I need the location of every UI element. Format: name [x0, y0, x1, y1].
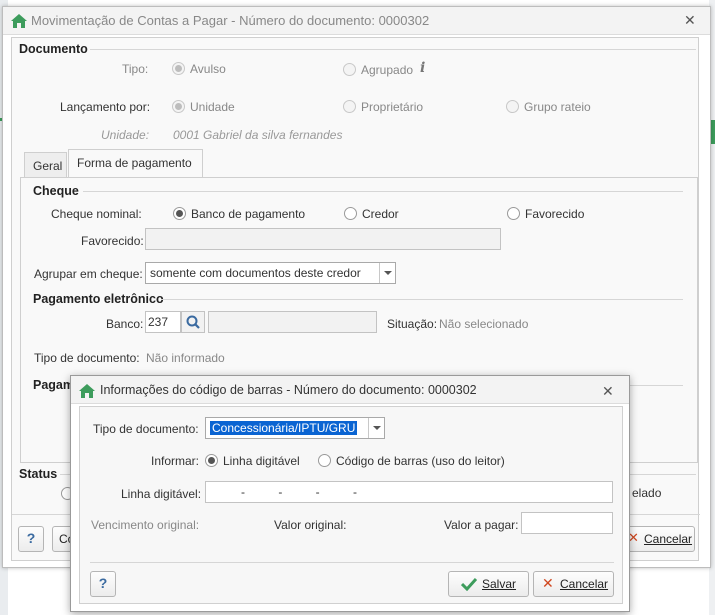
home-icon [79, 384, 95, 398]
agrupar-label: Agrupar em cheque: [34, 267, 143, 281]
situacao-label: Situação: [387, 317, 438, 331]
unidade-value: 0001 Gabriel da silva fernandes [173, 128, 343, 142]
main-cancel-label: Cancelar [644, 532, 693, 546]
section-cheque: Cheque [33, 184, 79, 198]
valor-original-label: Valor original: [274, 518, 347, 532]
tipo-documento-label: Tipo de documento: [34, 351, 140, 365]
divider [90, 562, 614, 563]
status-option-partial: elado [632, 486, 662, 500]
main-window-titlebar[interactable]: Movimentação de Contas a Pagar - Número … [3, 7, 710, 35]
tipo-label: Tipo: [122, 62, 149, 76]
dialog-title: Informações do código de barras - Número… [100, 383, 477, 397]
tipo-documento-value: Não informado [146, 351, 225, 365]
dialog-titlebar[interactable]: Informações do código de barras - Número… [71, 376, 629, 404]
informar-linha-radio[interactable] [205, 454, 218, 467]
lancamento-label: Lançamento por: [60, 100, 151, 114]
section-status: Status [19, 467, 58, 481]
nominal-favorecido-label: Favorecido [525, 207, 585, 221]
divider [83, 191, 683, 192]
dialog-tipo-documento-label: Tipo de documento: [93, 422, 199, 436]
section-pagamento-partial: Pagam [33, 378, 74, 392]
informar-codigo-radio[interactable] [318, 454, 331, 467]
agrupar-select-value: somente com documentos deste credor [150, 266, 361, 280]
dialog-tipo-documento-select[interactable]: Concessionária/IPTU/GRU [205, 417, 385, 439]
close-icon[interactable]: ✕ [602, 383, 614, 400]
nominal-banco-radio[interactable] [173, 207, 186, 220]
chevron-down-icon[interactable] [368, 418, 384, 438]
search-icon [186, 315, 200, 329]
valor-pagar-label: Valor a pagar: [444, 518, 519, 532]
lancamento-proprietario-label: Proprietário [361, 100, 424, 114]
tab-geral[interactable]: Geral [24, 152, 67, 178]
valor-pagar-field[interactable] [521, 512, 613, 534]
situacao-value: Não selecionado [439, 317, 529, 331]
home-icon [11, 14, 27, 28]
barcode-dialog: Informações do código de barras - Número… [70, 375, 630, 612]
informar-codigo-label: Código de barras (uso do leitor) [336, 454, 505, 468]
close-icon: ✕ [542, 575, 554, 591]
divider [161, 299, 683, 300]
linha-digitavel-label: Linha digitável: [121, 487, 202, 501]
main-window-title: Movimentação de Contas a Pagar - Número … [31, 13, 430, 28]
nominal-credor-label: Credor [362, 207, 399, 221]
linha-digitavel-field[interactable]: - - - - [205, 481, 613, 503]
tab-forma-pagamento[interactable]: Forma de pagamento [68, 149, 203, 177]
lancamento-unidade-label: Unidade [190, 100, 235, 114]
save-label: Salvar [482, 577, 517, 591]
banco-code-field[interactable]: 237 [145, 311, 181, 333]
banco-name-field [208, 311, 377, 333]
section-documento: Documento [19, 42, 88, 56]
banco-search-button[interactable] [181, 311, 205, 333]
save-button[interactable]: Salvar [448, 571, 529, 597]
dialog-help-button[interactable]: ? [90, 571, 116, 597]
favorecido-label: Favorecido: [81, 234, 144, 248]
main-cancel-button[interactable]: ✕ Cancelar [623, 526, 695, 552]
dialog-body: Tipo de documento: Concessionária/IPTU/G… [79, 406, 623, 604]
checkmark-icon [461, 577, 477, 591]
divider [90, 49, 696, 50]
banco-label: Banco: [106, 317, 144, 331]
cheque-nominal-label: Cheque nominal: [51, 207, 142, 221]
favorecido-field[interactable] [145, 228, 501, 250]
informar-label: Informar: [151, 454, 200, 468]
nominal-favorecido-radio[interactable] [507, 207, 520, 220]
tipo-avulso-label: Avulso [190, 62, 226, 76]
dialog-cancel-label: Cancelar [560, 577, 609, 591]
tipo-agrupado-radio[interactable] [343, 63, 356, 76]
tipo-avulso-radio[interactable] [172, 62, 185, 75]
unidade-label: Unidade: [101, 128, 150, 142]
close-icon[interactable]: ✕ [684, 12, 696, 29]
chevron-down-icon[interactable] [379, 263, 395, 283]
tipo-agrupado-label: Agrupado [361, 63, 414, 77]
lancamento-grupo-radio[interactable] [506, 100, 519, 113]
lancamento-unidade-radio[interactable] [172, 100, 185, 113]
nominal-credor-radio[interactable] [344, 207, 357, 220]
dialog-cancel-button[interactable]: ✕ Cancelar [533, 571, 614, 597]
agrupar-select[interactable]: somente com documentos deste credor [145, 262, 396, 284]
informar-linha-label: Linha digitável [223, 454, 300, 468]
vencimento-original-label: Vencimento original: [91, 518, 200, 532]
nominal-banco-label: Banco de pagamento [191, 207, 306, 221]
lancamento-grupo-label: Grupo rateio [524, 100, 591, 114]
lancamento-proprietario-radio[interactable] [343, 100, 356, 113]
help-button[interactable]: ? [18, 526, 44, 552]
dialog-tipo-documento-value: Concessionária/IPTU/GRU [210, 421, 358, 435]
info-icon[interactable]: i [420, 60, 425, 76]
section-pagamento-eletronico: Pagamento eletrônico [33, 292, 164, 306]
